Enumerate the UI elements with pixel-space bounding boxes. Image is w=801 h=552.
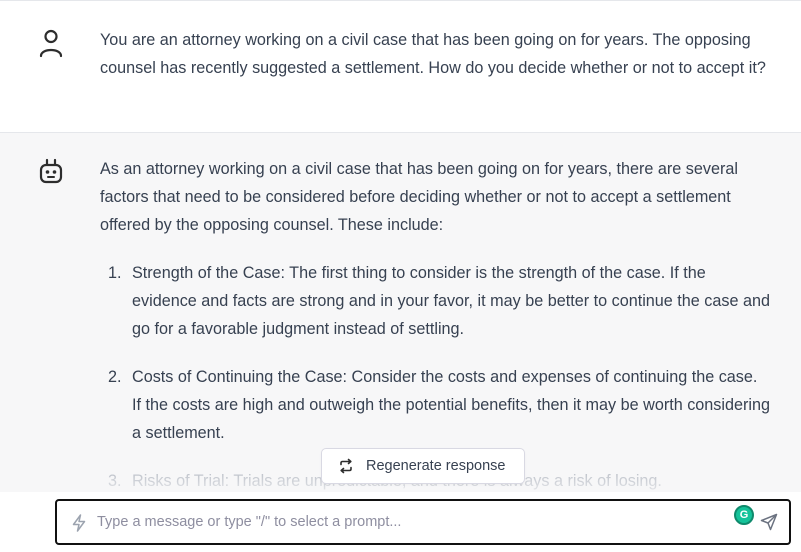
list-item-number: 2. <box>108 368 122 386</box>
list-item-text: Strength of the Case: The first thing to… <box>132 264 770 338</box>
bolt-icon[interactable] <box>71 514 87 532</box>
robot-icon <box>39 158 63 184</box>
list-item-number: 3. <box>108 472 122 490</box>
user-message-text: You are an attorney working on a civil c… <box>100 31 766 77</box>
list-item-number: 1. <box>108 264 122 282</box>
refresh-icon <box>340 458 352 474</box>
regenerate-response-button[interactable]: Regenerate response <box>321 448 525 484</box>
user-message-row: You are an attorney working on a civil c… <box>0 0 801 133</box>
grammarly-letter: G <box>739 509 749 521</box>
user-icon <box>39 29 63 58</box>
grammarly-icon[interactable]: G <box>734 505 754 525</box>
list-item-text: Costs of Continuing the Case: Consider t… <box>132 368 770 442</box>
message-input[interactable] <box>97 509 717 535</box>
assistant-message-row: As an attorney working on a civil case t… <box>0 133 801 552</box>
list-item: 1. Strength of the Case: The first thing… <box>100 259 770 343</box>
list-item: 2. Costs of Continuing the Case: Conside… <box>100 363 770 447</box>
message-input-container: G <box>55 499 791 545</box>
regenerate-label: Regenerate response <box>366 458 506 474</box>
send-icon[interactable] <box>760 513 778 531</box>
assistant-intro: As an attorney working on a civil case t… <box>100 160 738 234</box>
